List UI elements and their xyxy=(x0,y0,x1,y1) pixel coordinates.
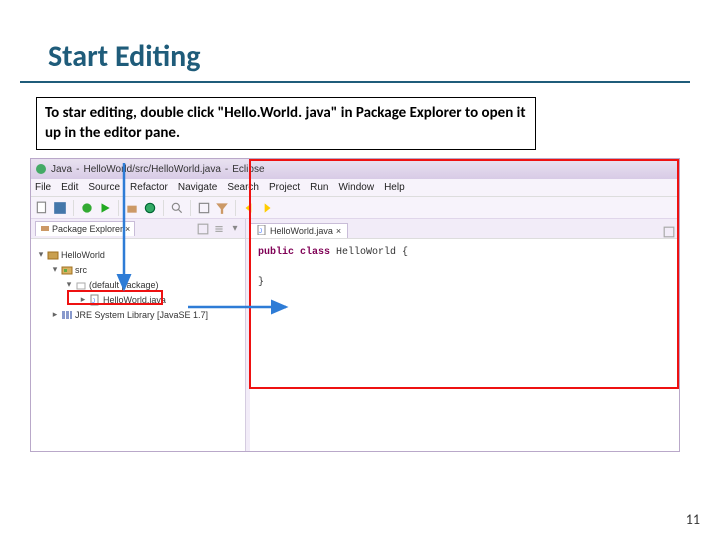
eclipse-window: Java - HelloWorld/src/HelloWorld.java - … xyxy=(30,158,680,452)
main-toolbar xyxy=(31,197,679,219)
new-icon[interactable] xyxy=(35,201,49,215)
keyword: public class xyxy=(258,247,330,258)
project-icon xyxy=(47,249,59,261)
toolbar-separator xyxy=(163,200,164,216)
menu-edit[interactable]: Edit xyxy=(61,182,78,193)
code-text: HelloWorld { xyxy=(330,247,408,258)
titlebar-path: HelloWorld/src/HelloWorld.java xyxy=(83,164,220,175)
filter-icon[interactable] xyxy=(215,201,229,215)
expand-icon[interactable]: ▾ xyxy=(65,281,73,289)
jre-label: JRE System Library [JavaSE 1.7] xyxy=(75,310,208,320)
menu-bar: File Edit Source Refactor Navigate Searc… xyxy=(31,179,679,197)
slide-title: Start Editing xyxy=(20,0,690,83)
code-line: public class HelloWorld { xyxy=(258,245,671,260)
tab-close-icon[interactable]: × xyxy=(125,224,130,234)
code-blank-line xyxy=(258,260,671,275)
src-folder-icon xyxy=(61,264,73,276)
package-label: (default package) xyxy=(89,280,159,290)
maximize-icon[interactable] xyxy=(663,226,675,238)
debug-icon[interactable] xyxy=(80,201,94,215)
menu-file[interactable]: File xyxy=(35,182,51,193)
run-icon[interactable] xyxy=(98,201,112,215)
editor-tab-label: HelloWorld.java xyxy=(270,226,333,236)
tree-src[interactable]: ▾ src xyxy=(33,262,243,277)
new-class-icon[interactable] xyxy=(143,201,157,215)
menu-run[interactable]: Run xyxy=(310,182,328,193)
back-icon[interactable] xyxy=(242,201,256,215)
package-explorer-pane: Package Explorer × ▾ ▾ HelloWorld ▾ src xyxy=(31,219,246,451)
workspace: Package Explorer × ▾ ▾ HelloWorld ▾ src xyxy=(31,219,679,451)
menu-refactor[interactable]: Refactor xyxy=(130,182,168,193)
toolbar-separator xyxy=(235,200,236,216)
menu-search[interactable]: Search xyxy=(227,182,259,193)
library-icon xyxy=(61,309,73,321)
editor-pane: J HelloWorld.java × public class HelloWo… xyxy=(246,219,679,451)
expand-icon[interactable]: ▾ xyxy=(37,251,45,259)
menu-navigate[interactable]: Navigate xyxy=(178,182,217,193)
project-label: HelloWorld xyxy=(61,250,105,260)
svg-text:J: J xyxy=(259,229,262,235)
package-icon xyxy=(40,223,50,235)
editor-tab[interactable]: J HelloWorld.java × xyxy=(250,223,348,238)
toolbar-separator xyxy=(118,200,119,216)
link-with-editor-icon[interactable] xyxy=(197,223,209,235)
menu-help[interactable]: Help xyxy=(384,182,405,193)
explorer-tab-label: Package Explorer xyxy=(52,224,123,234)
project-tree: ▾ HelloWorld ▾ src ▾ (default package) ▸… xyxy=(31,239,245,324)
view-menu-icon[interactable]: ▾ xyxy=(229,223,241,235)
app-icon xyxy=(35,163,47,175)
tree-project[interactable]: ▾ HelloWorld xyxy=(33,247,243,262)
titlebar-app: Eclipse xyxy=(232,164,264,175)
tree-jre[interactable]: ▸ JRE System Library [JavaSE 1.7] xyxy=(33,307,243,322)
tab-close-icon[interactable]: × xyxy=(336,226,341,236)
expand-icon[interactable]: ▸ xyxy=(51,311,59,319)
code-line: } xyxy=(258,275,671,290)
expand-icon[interactable]: ▾ xyxy=(51,266,59,274)
src-label: src xyxy=(75,265,87,275)
new-package-icon[interactable] xyxy=(125,201,139,215)
java-file-icon: J xyxy=(257,225,267,237)
file-highlight-annotation xyxy=(67,290,163,305)
instruction-text: To star editing, double click "Hello.Wor… xyxy=(36,97,536,150)
search-icon[interactable] xyxy=(170,201,184,215)
toolbar-separator xyxy=(73,200,74,216)
forward-icon[interactable] xyxy=(260,201,274,215)
titlebar-perspective: Java xyxy=(51,164,72,175)
menu-window[interactable]: Window xyxy=(338,182,374,193)
package-icon xyxy=(75,279,87,291)
menu-project[interactable]: Project xyxy=(269,182,300,193)
titlebar-sep2: - xyxy=(225,164,228,175)
menu-source[interactable]: Source xyxy=(88,182,120,193)
package-explorer-tab[interactable]: Package Explorer × xyxy=(35,221,135,236)
editor-tabbar: J HelloWorld.java × xyxy=(246,219,679,239)
code-editor[interactable]: public class HelloWorld { } xyxy=(246,239,679,451)
save-icon[interactable] xyxy=(53,201,67,215)
collapse-all-icon[interactable] xyxy=(213,223,225,235)
window-titlebar: Java - HelloWorld/src/HelloWorld.java - … xyxy=(31,159,679,179)
titlebar-sep: - xyxy=(76,164,79,175)
toolbar-separator xyxy=(190,200,191,216)
toggle-icon[interactable] xyxy=(197,201,211,215)
page-number: 11 xyxy=(686,511,700,528)
explorer-header: Package Explorer × ▾ xyxy=(31,219,245,239)
